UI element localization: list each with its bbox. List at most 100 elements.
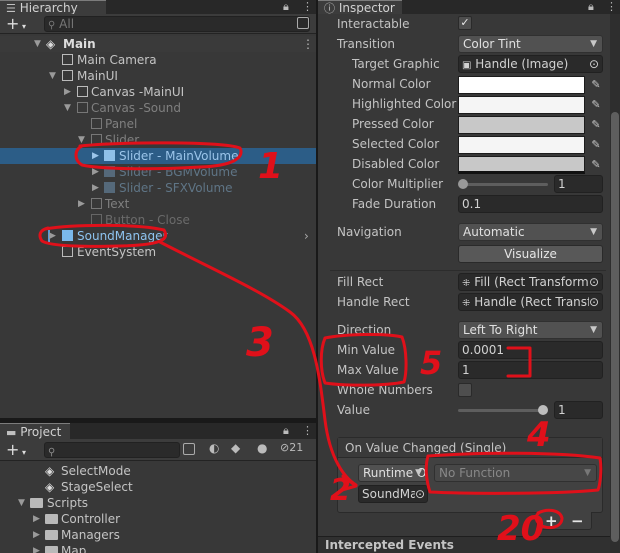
lock-icon[interactable]: 🔒︎ [283, 0, 289, 14]
object-picker-icon[interactable]: ⊙ [588, 294, 599, 310]
lock-icon[interactable]: 🔒︎ [283, 424, 289, 438]
hierarchy-item-slider-sfxvolume[interactable]: ▶ Slider - SFXVolume [0, 180, 316, 196]
remove-listener-button[interactable]: − [571, 512, 584, 530]
project-item-managers[interactable]: ▶ Managers [0, 527, 316, 543]
max-value-input[interactable]: 1 [458, 361, 603, 379]
gameobject-icon [91, 214, 102, 225]
project-item-selectmode[interactable]: ◈ SelectMode [0, 463, 316, 479]
value-input[interactable]: 1 [554, 401, 603, 419]
navigation-label: Navigation [337, 225, 402, 239]
intercepted-events-label: Intercepted Events [325, 538, 454, 552]
object-picker-icon[interactable]: ⊙ [588, 274, 599, 290]
highlighted-color-swatch[interactable] [458, 96, 585, 114]
target-object-field[interactable]: SoundMa ⊙ [358, 485, 428, 503]
favorite-icon[interactable]: ● [257, 441, 267, 455]
gameobject-icon [91, 118, 102, 129]
function-dropdown[interactable]: No Function ▼ [434, 464, 597, 482]
pressed-color-swatch[interactable] [458, 116, 585, 134]
hierarchy-item-slider-mainvolume[interactable]: ▶ Slider - MainVolume [0, 148, 316, 164]
visualize-button[interactable]: Visualize [458, 245, 603, 263]
expand-arrow-icon[interactable]: ▶ [92, 164, 99, 180]
project-item-controller[interactable]: ▶ Controller [0, 511, 316, 527]
add-button[interactable]: + ▾ [6, 440, 26, 463]
expand-arrow-icon[interactable]: ▶ [49, 228, 56, 244]
expand-arrow-icon[interactable]: ▶ [64, 84, 71, 100]
type-filter-icon[interactable]: ◐ [209, 441, 219, 455]
more-menu-icon[interactable]: ⋮ [302, 424, 313, 437]
runtime-dropdown[interactable]: Runtime O ▼ [358, 464, 428, 482]
expand-arrow-icon[interactable]: ▶ [78, 196, 85, 212]
target-graphic-field[interactable]: ▣ Handle (Image) ⊙ [458, 55, 603, 73]
color-multiplier-slider-track[interactable] [462, 183, 548, 186]
scene-search-icon[interactable] [183, 443, 195, 455]
hierarchy-item-text[interactable]: ▶ Text [0, 196, 316, 212]
expand-arrow-icon[interactable]: ▶ [33, 543, 40, 553]
expand-arrow-icon[interactable]: ▼ [64, 100, 71, 116]
whole-numbers-checkbox[interactable] [458, 383, 472, 397]
hierarchy-item-main-camera[interactable]: Main Camera [0, 52, 316, 68]
label-filter-icon[interactable]: ◆ [231, 441, 240, 455]
hierarchy-item-eventsystem[interactable]: EventSystem [0, 244, 316, 260]
lock-icon[interactable]: 🔒︎ [588, 0, 594, 14]
object-picker-icon[interactable]: ⊙ [589, 56, 599, 72]
eyedropper-icon[interactable]: ✎ [589, 158, 603, 172]
interactable-label: Interactable [337, 17, 410, 31]
color-multiplier-slider-handle[interactable] [458, 179, 468, 189]
project-item-stageselect[interactable]: ◈ StageSelect [0, 479, 316, 495]
project-tab[interactable]: ▬ Project [0, 423, 70, 439]
hierarchy-item-slider[interactable]: ▼ Slider [0, 132, 316, 148]
eyedropper-icon[interactable]: ✎ [589, 138, 603, 152]
hierarchy-item-canvas-sound[interactable]: ▼ Canvas -Sound [0, 100, 316, 116]
direction-label: Direction [337, 323, 392, 337]
transition-dropdown[interactable]: Color Tint ▼ [458, 35, 603, 53]
disabled-color-swatch[interactable] [458, 156, 585, 174]
more-menu-icon[interactable]: ⋮ [302, 0, 313, 13]
scrollbar-thumb[interactable] [611, 112, 619, 542]
value-slider-handle[interactable] [538, 405, 548, 415]
eyedropper-icon[interactable]: ✎ [589, 78, 603, 92]
project-item-map[interactable]: ▶ Map [0, 543, 316, 553]
expand-arrow-icon[interactable]: ▶ [92, 148, 99, 164]
expand-arrow-icon[interactable]: ▼ [18, 495, 25, 511]
project-search-input[interactable]: ⚲ [44, 442, 180, 458]
color-multiplier-input[interactable]: 1 [554, 175, 603, 193]
interactable-checkbox[interactable]: ✓ [458, 16, 472, 30]
handle-rect-field[interactable]: ⁜ Handle (Rect Transf ⊙ [458, 293, 603, 311]
add-listener-button[interactable]: + [545, 512, 558, 530]
chevron-right-icon[interactable]: › [304, 228, 309, 244]
eyedropper-icon[interactable]: ✎ [589, 98, 603, 112]
hidden-packages-icon[interactable]: ⊘21 [280, 441, 303, 454]
hierarchy-item-soundmanager[interactable]: ▶ SoundManager › [0, 228, 316, 244]
hierarchy-item-slider-bgmvolume[interactable]: ▶ Slider - BGMVolume [0, 164, 316, 180]
expand-arrow-icon[interactable]: ▼ [49, 68, 56, 84]
expand-arrow-icon[interactable]: ▼ [34, 36, 41, 52]
expand-arrow-icon[interactable]: ▼ [78, 132, 85, 148]
more-menu-icon[interactable]: ⋮ [302, 36, 314, 52]
hierarchy-search-input[interactable]: ⚲ All [44, 16, 310, 32]
expand-arrow-icon[interactable]: ▶ [92, 180, 99, 196]
expand-arrow-icon[interactable]: ▶ [33, 511, 40, 527]
normal-color-swatch[interactable] [458, 76, 585, 94]
selected-color-swatch[interactable] [458, 136, 585, 154]
hierarchy-tab[interactable]: ☰ Hierarchy [0, 0, 106, 15]
fill-rect-field[interactable]: ⁜ Fill (Rect Transform) ⊙ [458, 273, 603, 291]
filter-icon[interactable] [297, 17, 309, 29]
hierarchy-item-button-close[interactable]: Button - Close [0, 212, 316, 228]
value-slider-track[interactable] [458, 409, 544, 412]
direction-dropdown[interactable]: Left To Right ▼ [458, 321, 603, 339]
navigation-dropdown[interactable]: Automatic ▼ [458, 223, 603, 241]
fade-duration-input[interactable]: 0.1 [458, 195, 603, 213]
object-picker-icon[interactable]: ⊙ [414, 486, 425, 502]
expand-arrow-icon[interactable]: ▶ [33, 527, 40, 543]
hierarchy-item-canvas-mainui[interactable]: ▶ Canvas -MainUI [0, 84, 316, 100]
eyedropper-icon[interactable]: ✎ [589, 118, 603, 132]
more-menu-icon[interactable]: ⋮ [606, 0, 617, 13]
project-item-scripts[interactable]: ▼ Scripts [0, 495, 316, 511]
hierarchy-item-mainui[interactable]: ▼ MainUI [0, 68, 316, 84]
inspector-tab[interactable]: ⓘ Inspector [318, 0, 402, 15]
whole-numbers-label: Whole Numbers [337, 383, 433, 397]
min-value-input[interactable]: 0.0001 [458, 341, 603, 359]
hierarchy-item-main[interactable]: ▼ ◈ Main ⋮ [0, 36, 316, 52]
hierarchy-item-panel[interactable]: Panel [0, 116, 316, 132]
inspector-tab-label: Inspector [338, 1, 395, 15]
